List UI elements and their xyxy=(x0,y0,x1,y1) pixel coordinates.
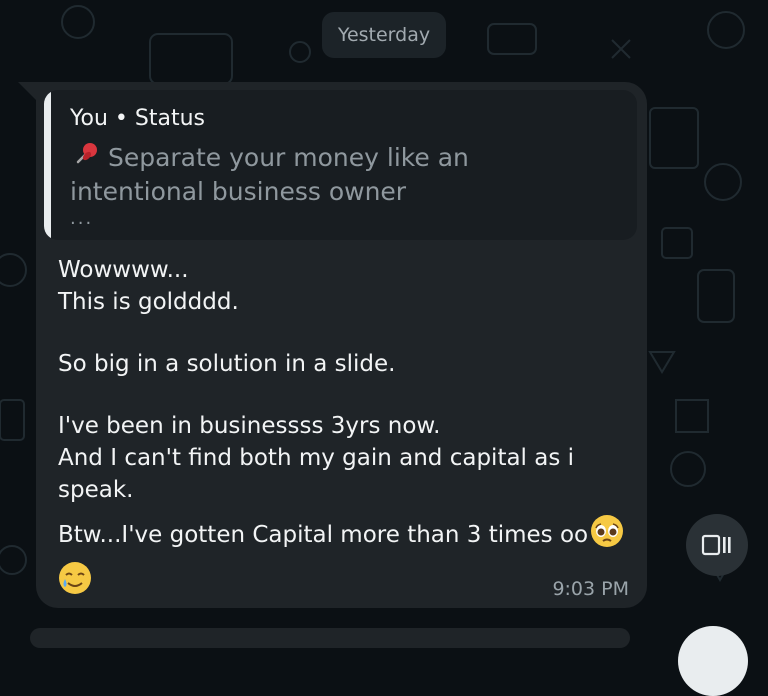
message-line: Wowwww... xyxy=(58,257,189,283)
date-separator: Yesterday xyxy=(322,12,446,58)
pleading-face-emoji-icon xyxy=(590,514,624,548)
message-time: 9:03 PM xyxy=(552,578,629,600)
message-line: And I can't find both my gain and capita… xyxy=(58,445,575,503)
message-line: So big in a solution in a slide. xyxy=(58,351,396,377)
next-message-bubble[interactable] xyxy=(30,628,630,648)
video-pause-icon xyxy=(701,533,733,557)
quoted-author: You • Status xyxy=(70,106,205,131)
message-line: Btw...I've gotten Capital more than 3 ti… xyxy=(58,522,589,548)
bubble-tail xyxy=(18,82,36,100)
quoted-status[interactable]: You • Status Separate your money like an… xyxy=(44,90,637,240)
quote-bar xyxy=(44,90,51,240)
video-pause-button[interactable] xyxy=(686,514,748,576)
message-text: Wowwww... This is goldddd. So big in a s… xyxy=(58,254,628,595)
message-line-last: Btw...I've gotten Capital more than 3 ti… xyxy=(58,514,628,551)
message-line: This is goldddd. xyxy=(58,289,239,315)
message-line: I've been in businessss 3yrs now. xyxy=(58,413,441,439)
smiling-face-with-tear-emoji-icon xyxy=(58,561,92,595)
quoted-ellipsis: ... xyxy=(70,208,94,229)
pushpin-icon xyxy=(70,143,108,172)
message-bubble[interactable]: You • Status Separate your money like an… xyxy=(36,82,647,608)
quoted-text: Separate your money like an intentional … xyxy=(70,143,469,206)
quoted-text-wrapper: Separate your money like an intentional … xyxy=(70,140,610,209)
bottom-action-button[interactable] xyxy=(678,626,748,696)
